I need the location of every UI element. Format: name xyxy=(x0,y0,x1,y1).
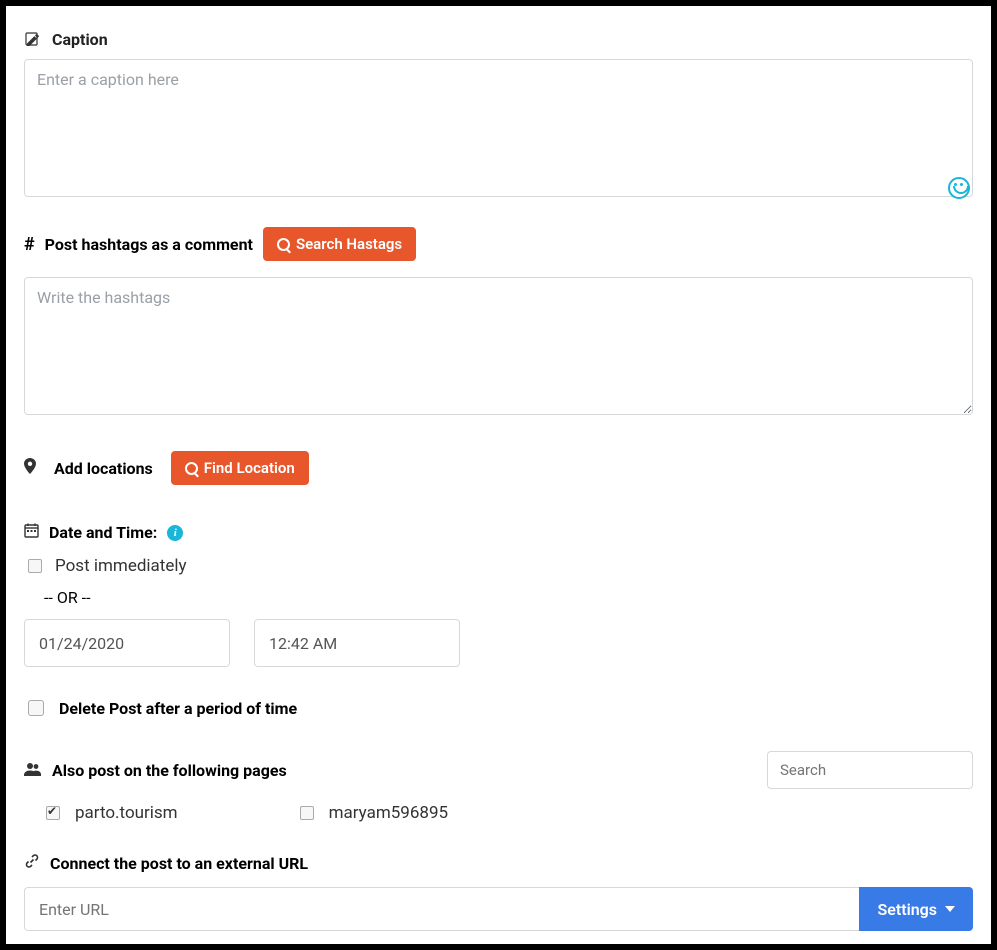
caption-input[interactable] xyxy=(24,59,973,197)
page-option[interactable]: parto.tourism xyxy=(42,803,178,823)
caption-header: Caption xyxy=(24,30,973,49)
calendar-icon xyxy=(24,523,39,542)
post-composer-form: Caption # Post hashtags as a comment Sea… xyxy=(0,0,997,950)
caption-label: Caption xyxy=(52,30,108,49)
post-immediately-checkbox[interactable] xyxy=(28,559,42,573)
hashtags-input[interactable] xyxy=(24,277,973,415)
external-url-input[interactable] xyxy=(24,887,859,931)
search-icon xyxy=(277,238,290,251)
find-location-button[interactable]: Find Location xyxy=(171,451,309,485)
search-pages-input[interactable] xyxy=(767,751,973,789)
locations-label: Add locations xyxy=(54,459,153,478)
url-settings-button[interactable]: Settings xyxy=(859,887,973,931)
page-checkbox-parto-tourism[interactable] xyxy=(46,806,60,820)
link-icon xyxy=(24,853,40,873)
hashtag-icon: # xyxy=(24,234,35,255)
search-icon xyxy=(185,462,198,475)
delete-after-row[interactable]: Delete Post after a period of time xyxy=(24,697,973,719)
location-pin-icon xyxy=(24,458,36,478)
info-icon[interactable]: i xyxy=(167,525,183,541)
page-name: parto.tourism xyxy=(75,803,178,823)
delete-after-label: Delete Post after a period of time xyxy=(59,699,297,718)
page-checkbox-maryam596895[interactable] xyxy=(300,806,314,820)
date-input[interactable] xyxy=(24,619,230,667)
also-post-label: Also post on the following pages xyxy=(52,761,287,780)
external-url-label: Connect the post to an external URL xyxy=(50,854,308,873)
time-input[interactable] xyxy=(254,619,460,667)
emoji-picker-button[interactable] xyxy=(948,177,970,199)
users-icon xyxy=(24,761,42,780)
datetime-label: Date and Time: xyxy=(49,523,157,542)
chevron-down-icon xyxy=(945,906,955,912)
post-immediately-label: Post immediately xyxy=(55,556,187,576)
edit-icon xyxy=(24,32,42,48)
page-name: maryam596895 xyxy=(329,803,448,823)
or-divider: -- OR -- xyxy=(44,588,973,607)
hashtags-label: Post hashtags as a comment xyxy=(45,235,253,254)
post-immediately-row[interactable]: Post immediately xyxy=(24,556,973,576)
page-option[interactable]: maryam596895 xyxy=(296,803,448,823)
search-hashtags-button[interactable]: Search Hastags xyxy=(263,227,416,261)
delete-after-checkbox[interactable] xyxy=(28,700,44,716)
